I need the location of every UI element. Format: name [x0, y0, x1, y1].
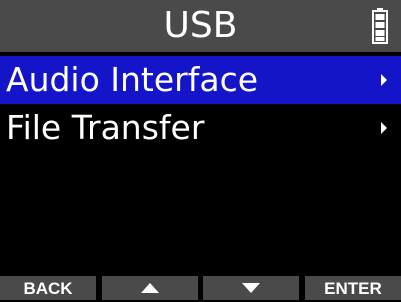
chevron-right-icon: [381, 122, 387, 134]
menu-item-label: Audio Interface: [6, 60, 259, 99]
usb-menu-list: Audio Interface File Transfer: [0, 56, 401, 152]
usb-menu-screen: USB Audio Interface File Transfer BACK E…: [0, 0, 401, 300]
back-button[interactable]: BACK: [0, 276, 96, 300]
down-button[interactable]: [203, 276, 300, 300]
enter-button[interactable]: ENTER: [304, 276, 401, 300]
up-button[interactable]: [101, 276, 198, 300]
title-bar: USB: [0, 0, 401, 52]
menu-item-audio-interface[interactable]: Audio Interface: [0, 56, 401, 104]
battery-full-icon: [372, 8, 388, 44]
softkey-bar: BACK ENTER: [0, 276, 401, 300]
menu-item-file-transfer[interactable]: File Transfer: [0, 104, 401, 152]
page-title: USB: [163, 5, 238, 46]
triangle-down-icon: [242, 283, 261, 293]
menu-item-label: File Transfer: [6, 108, 205, 147]
chevron-right-icon: [381, 74, 387, 86]
triangle-up-icon: [140, 283, 159, 293]
